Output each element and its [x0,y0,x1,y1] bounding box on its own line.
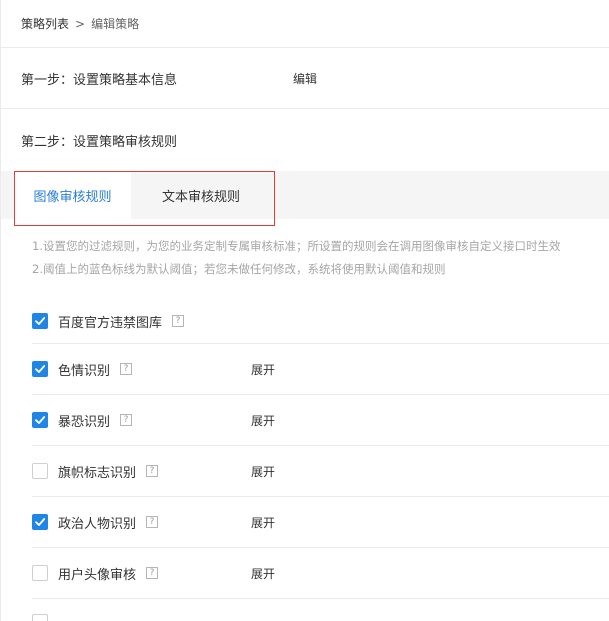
tab-text-rules[interactable]: 文本审核规则 [131,171,271,219]
rule-list: 百度官方违禁图库? 色情识别? 展开 暴恐识别? 展开 旗帜标志识别? 展开 政治人物识别? 展… [1,299,609,599]
expand-link[interactable]: 展开 [251,514,275,531]
rule-label: 色情识别 [58,363,111,379]
rule-row-avatar-review: 用户头像审核? 展开 [32,548,609,599]
breadcrumb-separator: > [75,16,86,31]
tab-image-rules[interactable]: 图像审核规则 [14,171,131,219]
checkbox-politician-detection[interactable] [32,514,48,530]
breadcrumb-current: 编辑策略 [91,17,140,31]
checkbox-terror-detection[interactable] [32,412,48,428]
step2-title: 第二步：设置策略审核规则 [21,134,178,150]
rule-label: 暴恐识别 [58,414,111,430]
policy-edit-page: 策略列表 > 编辑策略 第一步：设置策略基本信息 编辑 第二步：设置策略审核规则… [0,0,609,621]
rule-label: 旗帜标志识别 [58,465,137,481]
rule-tabs: 图像审核规则 文本审核规则 [1,171,609,219]
checkbox-flag-detection[interactable] [32,463,48,479]
step1-edit-link[interactable]: 编辑 [293,70,317,87]
breadcrumb: 策略列表 > 编辑策略 [1,0,609,48]
expand-link[interactable]: 展开 [251,463,275,480]
help-icon[interactable]: ? [146,567,159,579]
expand-link[interactable]: 展开 [251,412,275,429]
rule-row-terror-detection: 暴恐识别? 展开 [32,395,609,446]
checkmark-icon [35,317,46,325]
expand-link[interactable]: 展开 [251,565,275,582]
rule-label: 用户头像审核 [58,567,137,583]
partial-checkbox [32,614,48,621]
rule-row-flag-detection: 旗帜标志识别? 展开 [32,446,609,497]
help-icon[interactable]: ? [172,315,185,327]
breadcrumb-policy-list-link[interactable]: 策略列表 [21,15,69,32]
help-icon[interactable]: ? [120,414,133,426]
rule-row-official-banned-gallery: 百度官方违禁图库? [32,299,609,344]
help-icon[interactable]: ? [146,465,159,477]
rule-label: 百度官方违禁图库 [58,315,163,331]
help-icon[interactable]: ? [146,516,159,528]
checkbox-avatar-review[interactable] [32,565,48,581]
checkbox-porn-detection[interactable] [32,361,48,377]
note-line-1: 1.设置您的过滤规则，为您的业务定制专属审核标准；所设置的规则会在调用图像审核自… [32,239,561,253]
rule-row-politician-detection: 政治人物识别? 展开 [32,497,609,548]
help-icon[interactable]: ? [120,363,133,375]
rule-row-porn-detection: 色情识别? 展开 [32,344,609,395]
step1-title: 第一步：设置策略基本信息 [21,72,178,88]
rule-notes: 1.设置您的过滤规则，为您的业务定制专属审核标准；所设置的规则会在调用图像审核自… [1,219,609,281]
expand-link[interactable]: 展开 [251,361,275,378]
step2-section: 第二步：设置策略审核规则 [1,109,609,171]
checkmark-icon [35,365,46,373]
note-line-2: 2.阈值上的蓝色标线为默认阈值；若您未做任何修改，系统将使用默认阈值和规则 [32,262,446,276]
step1-section: 第一步：设置策略基本信息 编辑 [1,48,609,109]
checkmark-icon [35,518,46,526]
rule-label: 政治人物识别 [58,516,137,532]
checkbox-official-banned-gallery[interactable] [32,313,48,329]
checkmark-icon [35,416,46,424]
